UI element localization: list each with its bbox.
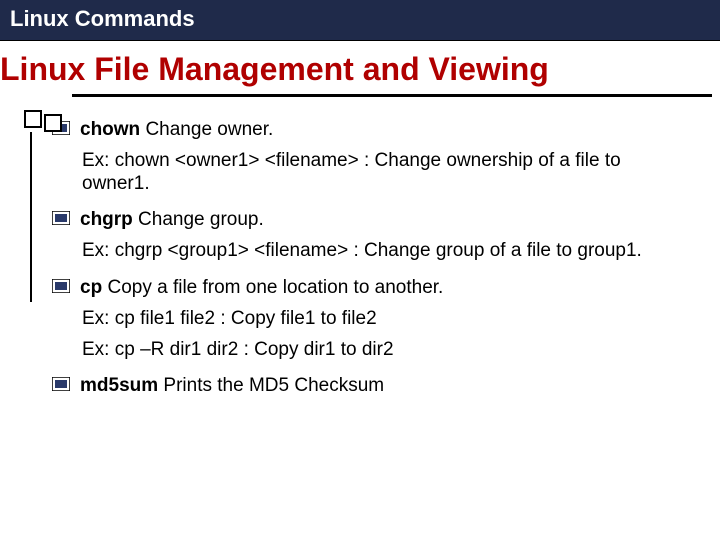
example-text: Ex: cp –R dir1 dir2 : Copy dir1 to dir2 xyxy=(82,339,662,362)
item-heading: chown Change owner. xyxy=(52,119,694,142)
example-text: Ex: chgrp <group1> <filename> : Change g… xyxy=(82,240,662,263)
example-text: Ex: chown <owner1> <filename> : Change o… xyxy=(82,150,662,196)
square-icon xyxy=(44,114,62,132)
heading-wrap: Linux File Management and Viewing xyxy=(0,51,720,97)
bullet-icon xyxy=(52,279,70,293)
title-bar: Linux Commands xyxy=(0,0,720,41)
item-text: cp Copy a file from one location to anot… xyxy=(80,277,443,300)
example-text: Ex: cp file1 file2 : Copy file1 to file2 xyxy=(82,308,662,331)
command-name: cp xyxy=(80,277,102,298)
title-bar-text: Linux Commands xyxy=(10,6,195,31)
bullet-icon xyxy=(52,377,70,391)
list-item: cp Copy a file from one location to anot… xyxy=(52,277,694,361)
list-item: chown Change owner. Ex: chown <owner1> <… xyxy=(52,119,694,195)
command-name: chown xyxy=(80,119,140,140)
square-icon xyxy=(24,110,42,128)
command-desc: Copy a file from one location to another… xyxy=(102,277,443,298)
item-text: chown Change owner. xyxy=(80,119,273,142)
list-item: chgrp Change group. Ex: chgrp <group1> <… xyxy=(52,209,694,263)
vertical-line xyxy=(30,132,32,302)
item-heading: chgrp Change group. xyxy=(52,209,694,232)
item-text: md5sum Prints the MD5 Checksum xyxy=(80,375,384,398)
item-heading: md5sum Prints the MD5 Checksum xyxy=(52,375,694,398)
bullet-icon xyxy=(52,211,70,225)
slide: Linux Commands Linux File Management and… xyxy=(0,0,720,540)
slide-heading: Linux File Management and Viewing xyxy=(0,51,720,94)
command-name: chgrp xyxy=(80,209,133,230)
command-desc: Change owner. xyxy=(140,119,273,140)
command-desc: Change group. xyxy=(133,209,264,230)
list-item: md5sum Prints the MD5 Checksum xyxy=(52,375,694,398)
content-area: chown Change owner. Ex: chown <owner1> <… xyxy=(52,119,694,398)
item-heading: cp Copy a file from one location to anot… xyxy=(52,277,694,300)
heading-rule xyxy=(72,94,712,97)
item-text: chgrp Change group. xyxy=(80,209,264,232)
command-name: md5sum xyxy=(80,375,158,396)
command-desc: Prints the MD5 Checksum xyxy=(158,375,384,396)
